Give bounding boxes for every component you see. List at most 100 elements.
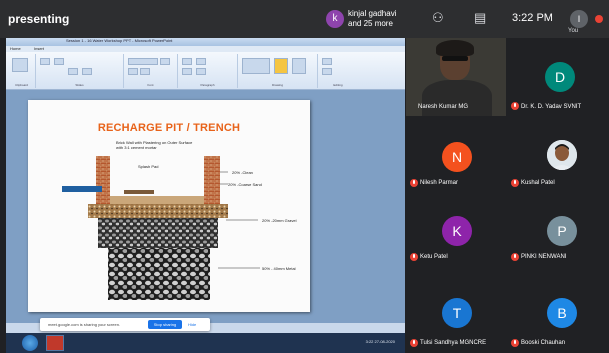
annotation-clean: 20% -Clean: [232, 170, 253, 175]
ribbon-caption-paragraph: Paragraph: [200, 83, 215, 87]
participant-tile-booski[interactable]: B Booski Chauhan: [507, 284, 609, 350]
screen-share-bar: meet.google.com is sharing your screen. …: [40, 318, 210, 331]
top-bar: presenting k kinjal gadhavi and 25 more …: [0, 0, 609, 38]
align-left-button[interactable]: [182, 68, 192, 75]
italic-button[interactable]: [140, 68, 150, 75]
participant-name: Ketu Patel: [420, 254, 448, 260]
participant-avatar: K: [442, 216, 472, 246]
ppt-ribbon: Clipboard Slides Font Paragraph Drawing …: [6, 52, 405, 90]
muted-mic-icon: [511, 179, 519, 187]
meet-window: presenting k kinjal gadhavi and 25 more …: [0, 0, 609, 353]
participant-tile-nilesh[interactable]: N Nilesh Parmar: [406, 128, 508, 190]
clock: 3:22 PM: [512, 12, 553, 24]
metal-layer: [108, 248, 210, 300]
system-tray: 3:22 27-08-2020: [366, 339, 395, 344]
ppt-title-bar: Session 1 - 16 Water Workshop PPT - Micr…: [6, 38, 405, 46]
numbering-button[interactable]: [196, 58, 206, 65]
slide-editor: RECHARGE PIT / TRENCH Brick Wall with Pl…: [6, 90, 405, 323]
presenter-name-line2: and 25 more: [348, 19, 393, 28]
participant-name: Nilesh Parmar: [420, 180, 459, 186]
taskbar-powerpoint-icon[interactable]: [46, 335, 64, 351]
chat-icon[interactable]: ▤: [474, 10, 486, 26]
participant-name: Kushal Patel: [521, 180, 555, 186]
splash-pad: [124, 190, 154, 194]
bold-button[interactable]: [128, 68, 138, 75]
participant-tile-ketu[interactable]: K Ketu Patel: [406, 202, 508, 264]
ribbon-group-paragraph: Paragraph: [178, 54, 238, 88]
section-button[interactable]: [82, 68, 92, 75]
find-button[interactable]: [322, 58, 332, 65]
participant-name: Booski Chauhan: [521, 340, 566, 346]
layout-button[interactable]: [54, 58, 64, 65]
bullets-button[interactable]: [182, 58, 192, 65]
right-brick-wall: [204, 156, 220, 204]
self-label: You: [568, 28, 579, 34]
participant-photo: [547, 140, 577, 170]
stop-sharing-button[interactable]: Stop sharing: [148, 320, 182, 329]
shapes-gallery[interactable]: [242, 58, 270, 74]
replace-button[interactable]: [322, 68, 332, 75]
annotation-splash-pad: Splash Pad: [138, 164, 159, 169]
quick-styles-button[interactable]: [292, 58, 306, 74]
self-avatar[interactable]: I: [570, 10, 588, 28]
participant-tile-pinki[interactable]: P PINKI NENWANI: [507, 202, 609, 264]
ppt-window-title: Session 1 - 16 Water Workshop PPT - Micr…: [66, 38, 173, 43]
annotation-coarse-sand: 20% -Coarse Sand: [228, 182, 262, 187]
hide-button[interactable]: Hide: [188, 322, 196, 327]
muted-mic-icon: [511, 339, 519, 347]
people-icon[interactable]: ⚇: [432, 10, 444, 26]
annotation-brick-wall: Brick Wall with Plastering on Outer Surf…: [116, 140, 193, 150]
reset-button[interactable]: [68, 68, 78, 75]
ribbon-group-drawing: Drawing: [238, 54, 318, 88]
participant-tile-yadav[interactable]: D Dr. K. D. Yadav SVNIT: [507, 38, 609, 116]
start-button[interactable]: [22, 335, 38, 351]
tab-insert[interactable]: Insert: [34, 46, 44, 51]
windows-taskbar: 3:22 27-08-2020: [6, 333, 405, 353]
participant-tile-naresh[interactable]: Naresh Kumar MG: [406, 38, 506, 116]
align-center-button[interactable]: [196, 68, 206, 75]
participant-avatar: T: [442, 298, 472, 328]
clean-layer: [110, 196, 204, 204]
annotation-metal: 50% - 40mm Metal: [262, 266, 296, 271]
annotation-gravel: 20% -20mm Gravel: [262, 218, 297, 223]
paste-button[interactable]: [12, 58, 28, 72]
share-message: meet.google.com is sharing your screen.: [48, 322, 121, 327]
ribbon-group-font: Font: [124, 54, 178, 88]
participant-tile-kushal[interactable]: Kushal Patel: [507, 128, 609, 190]
ribbon-group-slides: Slides: [36, 54, 124, 88]
ribbon-caption-drawing: Drawing: [271, 83, 283, 87]
ribbon-caption-slides: Slides: [75, 83, 84, 87]
tray-date: 27-08-2020: [374, 339, 395, 344]
slide[interactable]: RECHARGE PIT / TRENCH Brick Wall with Pl…: [28, 100, 310, 312]
participant-avatar: B: [547, 298, 577, 328]
camera-video: [422, 80, 492, 116]
new-slide-button[interactable]: [40, 58, 50, 65]
font-size-select[interactable]: [160, 58, 170, 65]
arrange-button[interactable]: [274, 58, 288, 74]
participant-name: Tulsi Sandhya MGNCRE: [420, 340, 487, 346]
participant-name: Dr. K. D. Yadav SVNIT: [521, 104, 582, 110]
muted-mic-icon: [511, 102, 519, 110]
shared-screen: Session 1 - 16 Water Workshop PPT - Micr…: [6, 38, 405, 353]
left-brick-wall: [96, 156, 110, 204]
participant-name: PINKI NENWANI: [521, 254, 567, 260]
presenter-avatar: k: [326, 10, 344, 28]
tab-home[interactable]: Home: [10, 46, 21, 51]
ribbon-caption-editing: Editing: [333, 83, 343, 87]
tray-time: 3:22: [365, 339, 374, 344]
inlet-pipe: [62, 186, 102, 192]
presenting-label: presenting: [8, 12, 70, 26]
muted-mic-icon: [410, 253, 418, 261]
font-select[interactable]: [128, 58, 158, 65]
muted-mic-icon: [410, 339, 418, 347]
participant-tile-tulsi[interactable]: T Tulsi Sandhya MGNCRE: [406, 284, 508, 350]
ribbon-caption-clipboard: Clipboard: [15, 83, 28, 87]
more-options-icon[interactable]: [595, 15, 603, 23]
coarse-sand-layer: [88, 204, 228, 218]
ribbon-group-editing: Editing: [318, 54, 358, 88]
presenter-name[interactable]: kinjal gadhavi and 25 more: [348, 9, 396, 29]
participant-name: Naresh Kumar MG: [418, 104, 469, 110]
presenter-name-line1: kinjal gadhavi: [348, 9, 397, 18]
muted-mic-icon: [410, 179, 418, 187]
participant-avatar: D: [545, 62, 575, 92]
